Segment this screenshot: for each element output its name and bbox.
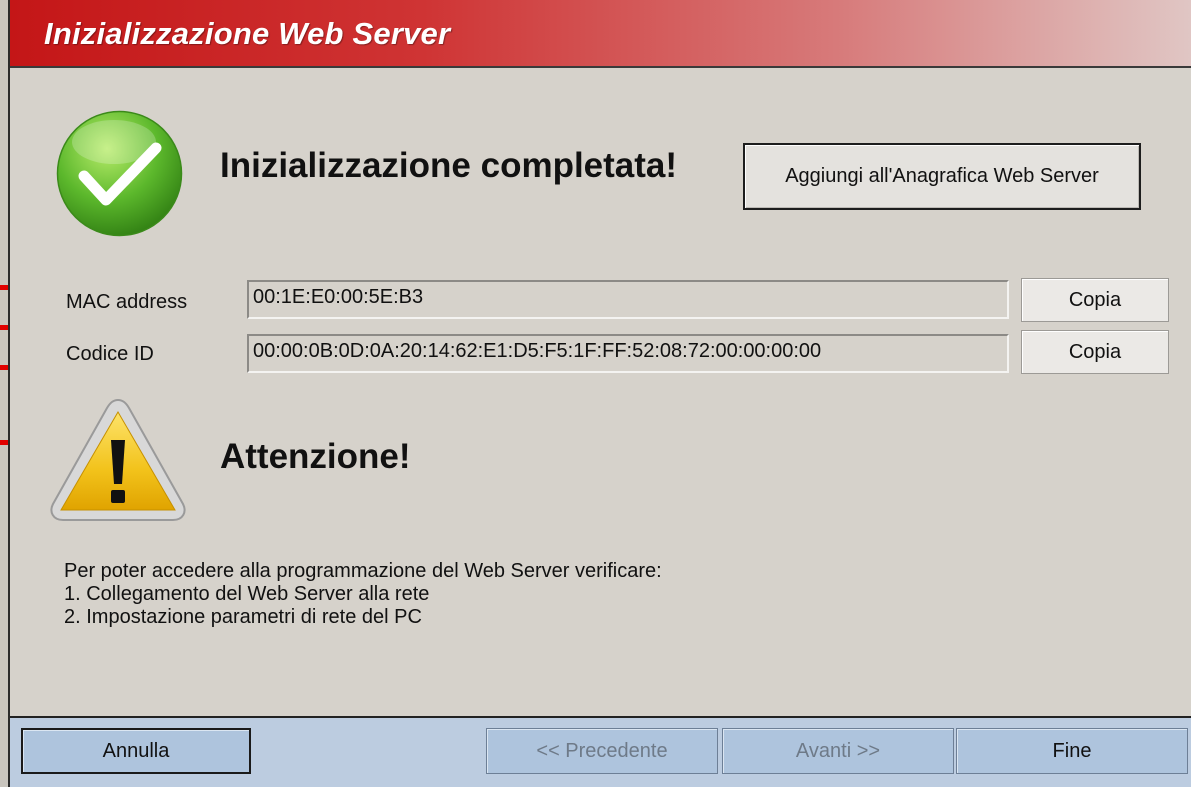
id-code-label: Codice ID xyxy=(66,343,154,365)
window-left-edge xyxy=(0,0,10,787)
copy-mac-button[interactable]: Copia xyxy=(1021,278,1169,322)
header-title: Inizializzazione Web Server xyxy=(44,16,451,51)
warning-note-line: 1. Collegamento del Web Server alla rete xyxy=(64,583,430,605)
next-button[interactable]: Avanti >> xyxy=(722,728,954,774)
checkmark-icon xyxy=(56,110,183,237)
mac-address-label: MAC address xyxy=(66,291,188,313)
mac-address-field[interactable]: 00:1E:E0:00:5E:B3 xyxy=(247,280,1009,319)
warning-title: Attenzione! xyxy=(220,437,411,476)
success-title: Inizializzazione completata! xyxy=(220,146,678,185)
id-code-field[interactable]: 00:00:0B:0D:0A:20:14:62:E1:D5:F5:1F:FF:5… xyxy=(247,334,1009,373)
finish-button[interactable]: Fine xyxy=(956,728,1188,774)
previous-button[interactable]: << Precedente xyxy=(486,728,718,774)
add-to-registry-button[interactable]: Aggiungi all'Anagrafica Web Server xyxy=(743,143,1141,210)
warning-icon xyxy=(50,398,186,521)
cancel-button[interactable]: Annulla xyxy=(21,728,251,774)
warning-notes: Per poter accedere alla programmazione d… xyxy=(64,560,662,629)
edge-marker xyxy=(0,440,8,445)
copy-id-button[interactable]: Copia xyxy=(1021,330,1169,374)
wizard-header: Inizializzazione Web Server xyxy=(10,0,1191,68)
edge-marker xyxy=(0,365,8,370)
edge-marker xyxy=(0,285,8,290)
warning-note-line: Per poter accedere alla programmazione d… xyxy=(64,560,662,582)
edge-marker xyxy=(0,325,8,330)
warning-note-line: 2. Impostazione parametri di rete del PC xyxy=(64,606,422,628)
wizard-window: Inizializzazione Web Server Inizializzaz… xyxy=(0,0,1191,787)
